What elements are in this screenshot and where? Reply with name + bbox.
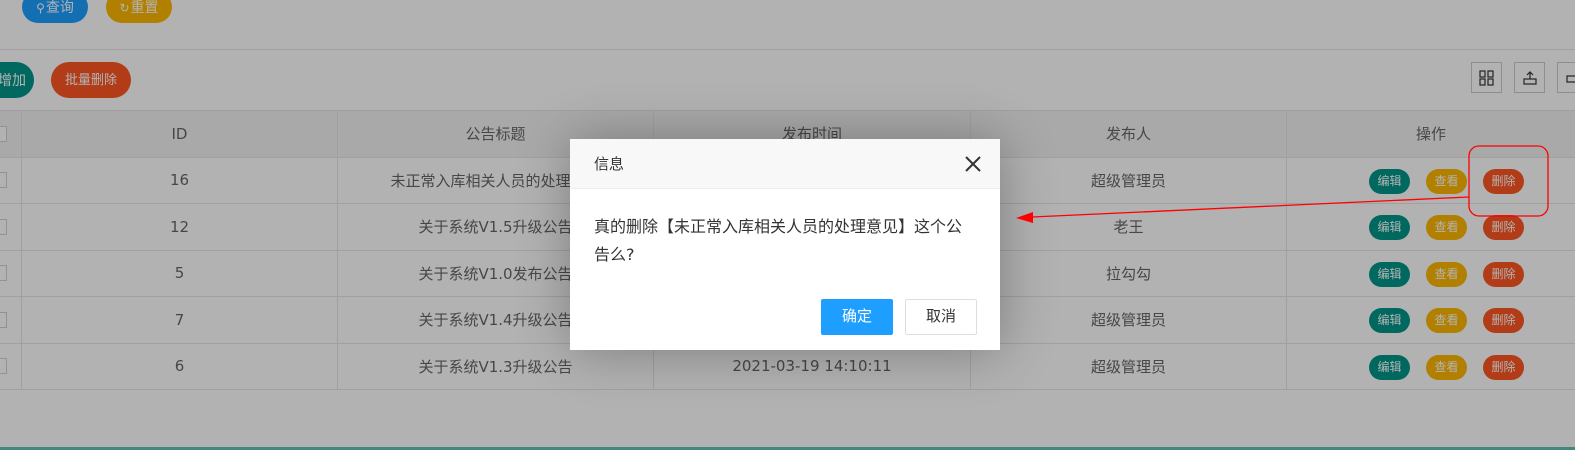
cancel-button[interactable]: 取消 <box>905 299 977 335</box>
dialog-title: 信息 <box>594 155 625 173</box>
confirm-button[interactable]: 确定 <box>821 299 893 335</box>
dialog-message: 真的删除【未正常入库相关人员的处理意见】这个公告么? <box>594 217 963 264</box>
page: ⚲查询 ↻重置 增加 批量删除 ID 公告标题 发布时间 发布人 操作 16 未… <box>0 0 1575 450</box>
close-icon[interactable] <box>964 155 982 173</box>
dialog-header: 信息 <box>570 139 1000 189</box>
confirm-dialog: 信息 真的删除【未正常入库相关人员的处理意见】这个公告么? 确定 取消 <box>570 139 1000 350</box>
